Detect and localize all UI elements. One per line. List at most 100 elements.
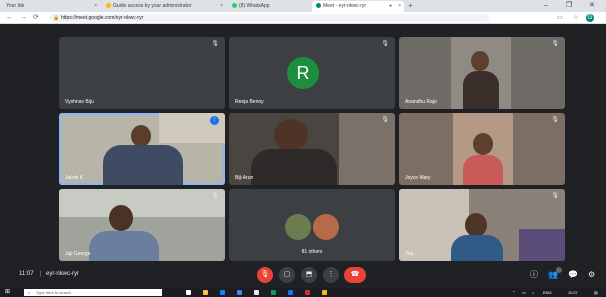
participant-name: Joyce Mary xyxy=(405,175,431,181)
forward-icon[interactable]: → xyxy=(20,12,27,24)
tray-up-icon[interactable]: ⌃ xyxy=(512,289,515,296)
participant-tile-you[interactable]: 🎙 You xyxy=(399,189,565,261)
participant-tile-joyce[interactable]: 🎙 Joyce Mary xyxy=(399,113,565,185)
taskbar-search-input[interactable]: ⌕ Type here to search xyxy=(24,289,162,296)
tab-your-ide[interactable]: Your Ide × xyxy=(2,1,100,12)
chat-icon[interactable]: 💬 xyxy=(568,269,578,281)
store-icon[interactable] xyxy=(254,290,259,295)
file-explorer-icon[interactable] xyxy=(203,290,208,295)
participant-name: You xyxy=(405,251,414,257)
app-icon[interactable] xyxy=(271,290,276,295)
close-icon[interactable]: × xyxy=(220,1,223,12)
speaking-indicator-icon: ⁝ xyxy=(210,116,219,125)
star-icon[interactable]: ☆ xyxy=(572,14,580,22)
mic-off-icon: 🎙 xyxy=(551,117,559,123)
meeting-time: 11:07 xyxy=(19,271,34,277)
mic-off-icon: 🎙 xyxy=(551,41,559,47)
mic-off-icon: 🎙 xyxy=(211,41,219,47)
new-tab-button[interactable]: + xyxy=(408,1,413,11)
app-icon[interactable] xyxy=(322,290,327,295)
search-placeholder: Type here to search xyxy=(36,290,72,295)
person-body xyxy=(103,145,183,185)
maximize-icon[interactable]: ❐ xyxy=(566,0,572,12)
mic-toggle-button[interactable]: 🎙 xyxy=(257,267,273,283)
participant-name: Reeja Benoy xyxy=(235,99,264,105)
mic-off-icon: 🎙 xyxy=(551,193,559,199)
url-input[interactable]: 🔒 https://meet.google.com/eyr-nkwc-ryr xyxy=(49,14,489,22)
participant-count-badge: … xyxy=(556,267,562,273)
person-head xyxy=(471,51,489,71)
reload-icon[interactable]: ⟳ xyxy=(33,12,39,24)
meet-stage: 🎙 Vyshnav Biju 🎙 R Reeja Benoy 🎙 Anandhu… xyxy=(0,24,606,288)
recording-dot-icon: ● xyxy=(388,3,392,9)
meeting-code: eyr-nkwc-ryr xyxy=(46,271,79,277)
avatar xyxy=(285,214,311,240)
mic-off-icon: 🎙 xyxy=(381,41,389,47)
windows-start-icon[interactable]: ⊞ xyxy=(5,289,10,296)
leave-call-button[interactable]: ☎ xyxy=(344,267,366,283)
mic-off-icon: 🎙 xyxy=(211,193,219,199)
camera-icon[interactable]: ▭ xyxy=(556,14,564,22)
person-body xyxy=(89,231,159,261)
volume-icon[interactable]: ♪ xyxy=(532,289,534,296)
minimize-icon[interactable]: – xyxy=(544,0,548,12)
participant-tile-jacob[interactable]: ⁝ Jacob K xyxy=(59,113,225,185)
participant-name: Biji Arun xyxy=(235,175,254,181)
chrome-icon[interactable] xyxy=(237,290,242,295)
mic-off-icon: 🎙 xyxy=(381,117,389,123)
meet-favicon-icon xyxy=(316,3,321,9)
person-body xyxy=(451,235,503,261)
whatsapp-icon xyxy=(232,3,237,9)
participant-tile-reeja[interactable]: 🎙 R Reeja Benoy xyxy=(229,37,395,109)
search-icon: ⌕ xyxy=(28,290,31,295)
info-icon[interactable]: ⓘ xyxy=(530,269,538,281)
close-window-icon[interactable]: ✕ xyxy=(589,0,595,12)
more-options-button[interactable]: ⋮ xyxy=(323,267,339,283)
avatar xyxy=(313,214,339,240)
profile-avatar[interactable]: G xyxy=(586,14,594,22)
participant-tile-jaji[interactable]: 🎙 Jaji George xyxy=(59,189,225,261)
tab-label: Meet - eyr-nkwc-ryr xyxy=(323,3,367,9)
google-favicon-icon xyxy=(106,3,111,9)
lock-icon: 🔒 xyxy=(53,15,60,21)
close-icon[interactable]: × xyxy=(94,1,97,12)
person-head xyxy=(473,133,493,155)
person-head xyxy=(109,205,133,231)
app-icon[interactable] xyxy=(305,290,310,295)
participant-tile-vyshnav[interactable]: 🎙 Vyshnav Biju xyxy=(59,37,225,109)
person-head xyxy=(274,119,308,151)
participant-name: Vyshnav Biju xyxy=(65,99,94,105)
present-screen-button[interactable]: ⬒ xyxy=(301,267,317,283)
meeting-control-bar: 11:07 | eyr-nkwc-ryr 🎙 ▢ ⬒ ⋮ ☎ ⓘ 👥 … 💬 ⚙ xyxy=(0,262,606,288)
tab-admin[interactable]: Guide access by your administrator × xyxy=(102,1,226,12)
mail-icon[interactable] xyxy=(288,290,293,295)
person-head xyxy=(465,213,487,237)
person-head xyxy=(131,125,151,147)
participant-name: Jacob K xyxy=(65,175,84,181)
participant-name: Jaji George xyxy=(65,251,91,257)
participant-tile-biji[interactable]: 🎙 Biji Arun xyxy=(229,113,395,185)
notification-icon[interactable]: ▤ xyxy=(594,289,598,296)
tab-meet[interactable]: Meet - eyr-nkwc-ryr ● × xyxy=(312,1,404,12)
activities-icon[interactable]: ⚙ xyxy=(588,269,595,281)
windows-taskbar: ⊞ ⌕ Type here to search ⌃ ▭ ♪ ENG 11:07 … xyxy=(0,288,606,297)
participant-tile-others[interactable]: 81 others xyxy=(229,189,395,261)
others-count: 81 others xyxy=(301,249,323,255)
task-view-icon[interactable] xyxy=(186,290,191,295)
close-icon[interactable]: × xyxy=(398,1,401,12)
tab-whatsapp[interactable]: (8) WhatsApp xyxy=(228,1,308,12)
address-bar: ← → ⟳ 🔒 https://meet.google.com/eyr-nkwc… xyxy=(0,12,606,24)
language-indicator[interactable]: ENG xyxy=(543,289,552,296)
person-body xyxy=(463,71,499,109)
taskbar-clock[interactable]: 11:07 xyxy=(568,289,578,296)
video-feed xyxy=(339,113,395,185)
back-icon[interactable]: ← xyxy=(6,12,13,24)
url-text: https://meet.google.com/eyr-nkwc-ryr xyxy=(61,15,144,21)
network-icon[interactable]: ▭ xyxy=(522,289,526,296)
person-body xyxy=(463,155,503,185)
camera-toggle-button[interactable]: ▢ xyxy=(279,267,295,283)
person-body xyxy=(251,149,337,185)
participant-tile-anandhu[interactable]: 🎙 Anandhu Raju xyxy=(399,37,565,109)
edge-icon[interactable] xyxy=(220,290,225,295)
video-feed xyxy=(519,229,565,261)
